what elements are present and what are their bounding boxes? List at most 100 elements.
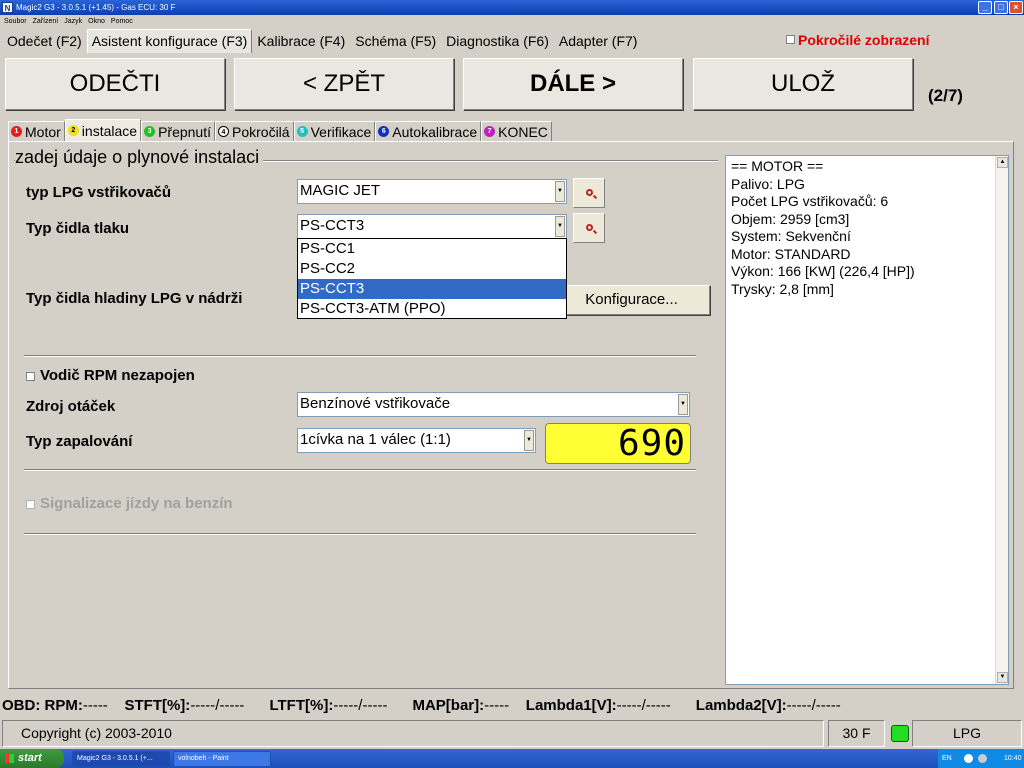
menu-jazyk[interactable]: Jazyk	[64, 15, 82, 28]
info-line: Motor: STANDARD	[731, 245, 851, 262]
ltft-value: -----/-----	[333, 697, 388, 714]
level-sensor-label: Typ čidla hladiny LPG v nádrži	[26, 290, 243, 307]
minimize-button[interactable]: _	[978, 1, 992, 14]
maximize-button[interactable]: □	[994, 1, 1008, 14]
subtab-label: Autokalibrace	[392, 123, 478, 140]
pressure-select[interactable]: PS-CCT3 ▼	[297, 214, 567, 239]
tab-adapter[interactable]: Adapter (F7)	[554, 29, 643, 53]
ignition-label: Typ zapalování	[26, 433, 133, 450]
subtab-prepnuti[interactable]: 3 Přepnutí	[141, 121, 215, 141]
subtab-verifikace[interactable]: 5 Verifikace	[293, 121, 376, 141]
tab-diagnostika[interactable]: Diagnostika (F6)	[441, 29, 554, 53]
rpm-wire-checkbox[interactable]	[26, 372, 35, 381]
start-button[interactable]: start	[0, 749, 64, 768]
lambda2-label: Lambda2[V]:	[695, 697, 787, 714]
info-line: Palivo: LPG	[731, 175, 805, 192]
menu-okno[interactable]: Okno	[88, 15, 105, 28]
copyright-status: Copyright (c) 2003-2010	[2, 720, 824, 747]
taskbar-item-magic2[interactable]: Magic2 G3 - 3.0.5.1 (+...	[72, 751, 170, 767]
configuration-button[interactable]: Konfigurace...	[553, 285, 710, 315]
pressure-search-button[interactable]	[573, 213, 605, 243]
separator	[24, 469, 696, 471]
subtab-autokalibrace[interactable]: 6 Autokalibrace	[375, 121, 482, 141]
subtab-pokrocila[interactable]: 4 Pokročilá	[215, 121, 294, 141]
language-indicator[interactable]: EN	[942, 749, 952, 768]
tray-icon[interactable]	[964, 754, 973, 763]
subtab-instalace[interactable]: 2 instalace	[64, 119, 142, 141]
title-bar[interactable]: Magic2 G3 - 3.0.5.1 (+1.45) - Gas ECU: 3…	[0, 0, 1024, 15]
menu-zarizeni[interactable]: Zařízení	[33, 15, 59, 28]
back-button[interactable]: < ZPĚT	[234, 58, 454, 110]
rpm-wire-label[interactable]: Vodič RPM nezapojen	[40, 367, 195, 384]
menu-bar: Soubor Zařízení Jazyk Okno Pomoc	[0, 15, 1024, 28]
app-icon[interactable]: N	[2, 2, 13, 13]
read-button[interactable]: ODEČTI	[5, 58, 225, 110]
info-scrollbar[interactable]: ▲ ▼	[995, 156, 1008, 684]
dropdown-option-selected[interactable]: PS-CCT3	[298, 279, 566, 299]
dropdown-arrow-icon[interactable]: ▼	[555, 181, 565, 202]
save-button[interactable]: ULOŽ	[693, 58, 913, 110]
advanced-view-checkbox[interactable]	[786, 35, 795, 44]
step-1-icon: 1	[11, 126, 22, 137]
info-line: Výkon: 166 [KW] (226,4 [HP])	[731, 263, 915, 279]
scroll-up-icon[interactable]: ▲	[997, 157, 1008, 168]
injector-search-button[interactable]	[573, 178, 605, 208]
subtab-label: Verifikace	[310, 123, 372, 140]
tray-icon[interactable]	[978, 754, 987, 763]
subtab-konec[interactable]: 7 KONEC	[481, 121, 552, 141]
subtab-label: Přepnutí	[158, 123, 211, 140]
dropdown-arrow-icon[interactable]: ▼	[678, 394, 688, 415]
rpm-label: RPM:	[44, 697, 83, 714]
magnifier-icon	[586, 224, 593, 231]
engine-info-text[interactable]: == MOTOR == Palivo: LPG Počet LPG vstřik…	[725, 155, 1009, 685]
scroll-down-icon[interactable]: ▼	[997, 672, 1008, 683]
step-6-icon: 6	[378, 126, 390, 137]
clock: 10:40	[1004, 755, 1022, 762]
info-line: System: Sekvenční	[731, 228, 851, 244]
ignition-select[interactable]: 1cívka na 1 válec (1:1) ▼	[297, 428, 536, 453]
dropdown-arrow-icon[interactable]: ▼	[524, 430, 534, 451]
petrol-signal-checkbox[interactable]	[26, 500, 35, 509]
dropdown-option[interactable]: PS-CC2	[298, 259, 566, 279]
pressure-label: Typ čidla tlaku	[26, 220, 130, 237]
tab-kalibrace[interactable]: Kalibrace (F4)	[252, 29, 350, 53]
tab-odecet[interactable]: Odečet (F2)	[2, 29, 87, 53]
rpm-source-select[interactable]: Benzínové vstřikovače ▼	[297, 392, 690, 417]
lambda1-value: -----/-----	[616, 697, 671, 714]
step-3-icon: 3	[144, 126, 156, 137]
advanced-view-label[interactable]: Pokročilé zobrazení	[798, 32, 929, 48]
info-line: Počet LPG vstřikovačů: 6	[731, 193, 889, 209]
lambda1-label: Lambda1[V]:	[525, 697, 617, 714]
next-button[interactable]: DÁLE >	[463, 58, 683, 110]
rpm-source-value: Benzínové vstřikovače	[300, 395, 451, 412]
close-button[interactable]: ×	[1009, 1, 1023, 14]
map-value: -----	[484, 697, 510, 714]
menu-pomoc[interactable]: Pomoc	[111, 15, 133, 28]
magnifier-icon	[586, 189, 593, 196]
step-5-icon: 5	[296, 126, 308, 137]
rpm-value: -----	[82, 697, 108, 714]
step-7-icon: 7	[484, 126, 496, 137]
map-label: MAP[bar]:	[412, 697, 485, 714]
subtab-motor[interactable]: 1 Motor	[8, 121, 65, 141]
menu-soubor[interactable]: Soubor	[4, 15, 27, 28]
dropdown-option[interactable]: PS-CCT3-ATM (PPO)	[298, 299, 566, 319]
ignition-value: 1cívka na 1 válec (1:1)	[300, 431, 451, 448]
injector-select[interactable]: MAGIC JET ▼	[297, 179, 567, 204]
dropdown-option[interactable]: PS-CC1	[298, 239, 566, 259]
taskbar-item-paint[interactable]: volnobeh - Paint	[173, 751, 271, 767]
dropdown-arrow-icon[interactable]: ▼	[555, 216, 565, 237]
tab-schema[interactable]: Schéma (F5)	[350, 29, 441, 53]
lambda2-value: -----/-----	[786, 697, 841, 714]
info-line: Objem: 2959 [cm3]	[731, 210, 850, 227]
fuel-status: LPG	[912, 720, 1022, 747]
tab-asistent-konfigurace[interactable]: Asistent konfigurace (F3)	[86, 29, 253, 53]
window-title: Magic2 G3 - 3.0.5.1 (+1.45) - Gas ECU: 3…	[16, 3, 176, 12]
separator	[24, 355, 696, 357]
fuel-status-lamp-icon	[891, 725, 909, 742]
rpm-display: 690	[545, 423, 691, 464]
step-2-icon: 2	[67, 125, 79, 136]
injector-value: MAGIC JET	[300, 182, 381, 199]
pressure-value: PS-CCT3	[300, 217, 365, 234]
ecu-status: 30 F	[828, 720, 885, 747]
